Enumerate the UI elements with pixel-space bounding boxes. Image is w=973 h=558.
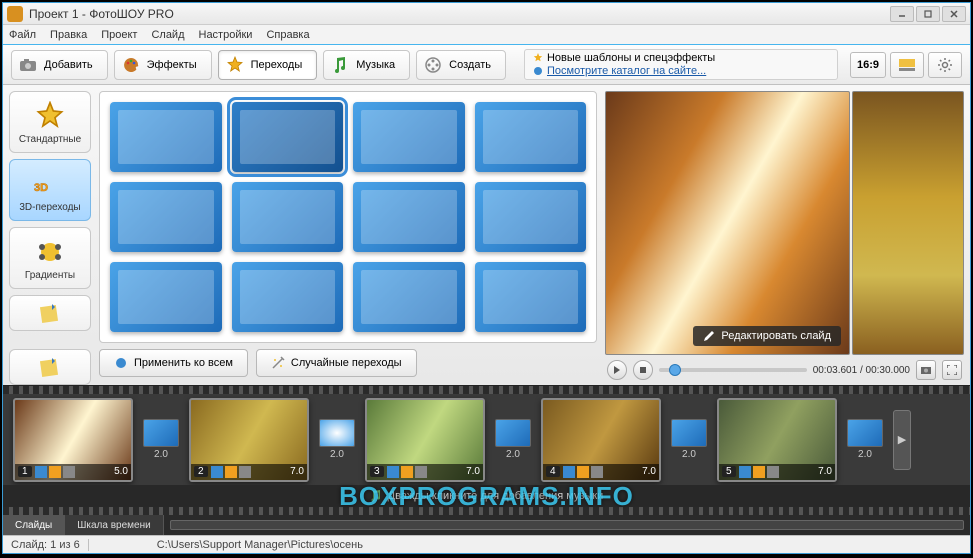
maximize-button[interactable]: [916, 6, 940, 22]
sound-icon[interactable]: [63, 466, 75, 478]
fullscreen-button[interactable]: [942, 360, 962, 380]
gear-icon: [937, 57, 953, 73]
timeline-slide[interactable]: 37.0: [365, 398, 485, 482]
reel-icon: [423, 55, 443, 75]
globe-icon: [533, 66, 543, 76]
play-button[interactable]: [607, 360, 627, 380]
timeline-slide[interactable]: 27.0: [189, 398, 309, 482]
transition-thumb[interactable]: [110, 262, 222, 332]
timeline-transition[interactable]: 2.0: [493, 419, 533, 460]
menu-help[interactable]: Справка: [266, 29, 309, 41]
toolbar: Добавить Эффекты Переходы Музыка Создать…: [3, 45, 970, 85]
transition-thumb[interactable]: [232, 262, 344, 332]
tab-create[interactable]: Создать: [416, 50, 506, 80]
timeline-transition[interactable]: 2.0: [317, 419, 357, 460]
filmstrip-bottom: [3, 507, 970, 515]
random-button[interactable]: Случайные переходы: [256, 349, 417, 377]
menu-slide[interactable]: Слайд: [151, 29, 184, 41]
timeline-transition[interactable]: 2.0: [669, 419, 709, 460]
palette-icon: [121, 55, 141, 75]
transition-thumb[interactable]: [475, 262, 587, 332]
svg-text:3D: 3D: [34, 182, 48, 194]
timeline-transition[interactable]: 2.0: [845, 419, 885, 460]
menu-settings[interactable]: Настройки: [199, 29, 253, 41]
layout-button[interactable]: [890, 52, 924, 78]
transition-thumb[interactable]: [475, 102, 587, 172]
transition-thumb[interactable]: [232, 182, 344, 252]
tab-transitions[interactable]: Переходы: [218, 50, 318, 80]
wand-icon: [271, 356, 285, 370]
menu-project[interactable]: Проект: [101, 29, 137, 41]
gradient-icon: [34, 236, 66, 268]
aspect-ratio-button[interactable]: 16:9: [850, 52, 886, 78]
transition-thumb[interactable]: [353, 262, 465, 332]
pencil-icon[interactable]: [49, 466, 61, 478]
timeline-tab-slides[interactable]: Слайды: [3, 515, 65, 535]
note-icon: [38, 355, 62, 379]
timeline-slide[interactable]: 57.0: [717, 398, 837, 482]
transition-thumb[interactable]: [110, 102, 222, 172]
tab-effects[interactable]: Эффекты: [114, 50, 212, 80]
preview-main[interactable]: Редактировать слайд: [605, 91, 850, 355]
favorites-button-2[interactable]: [9, 349, 91, 385]
expand-icon: [947, 365, 957, 375]
tab-music[interactable]: Музыка: [323, 50, 410, 80]
playback-slider[interactable]: [659, 368, 807, 372]
filmstrip-top: [3, 386, 970, 394]
camera-icon: [920, 365, 932, 375]
window-title: Проект 1 - ФотоШОУ PRO: [29, 7, 890, 21]
preview-next[interactable]: [852, 91, 964, 355]
music-track[interactable]: Дважды кликните для добавления музыки: [3, 485, 970, 507]
settings-button[interactable]: [928, 52, 962, 78]
transition-thumb[interactable]: [353, 182, 465, 252]
titlebar: Проект 1 - ФотоШОУ PRO: [3, 3, 970, 25]
timecode: 00:03.601 / 00:30.000: [813, 365, 910, 376]
timeline-next[interactable]: ▶: [893, 410, 911, 470]
category-standard[interactable]: Стандартные: [9, 91, 91, 153]
stop-button[interactable]: [633, 360, 653, 380]
category-3d[interactable]: 3D 3D-переходы: [9, 159, 91, 221]
timeline-slide[interactable]: 47.0: [541, 398, 661, 482]
apply-all-button[interactable]: Применить ко всем: [99, 349, 248, 377]
music-icon: [370, 490, 382, 502]
snapshot-button[interactable]: [916, 360, 936, 380]
minimize-button[interactable]: [890, 6, 914, 22]
star-icon: [225, 55, 245, 75]
menubar: Файл Правка Проект Слайд Настройки Справ…: [3, 25, 970, 45]
status-path: C:\Users\Support Manager\Pictures\осень: [149, 539, 970, 551]
transition-thumb[interactable]: [232, 102, 344, 172]
statusbar: Слайд: 1 из 6 C:\Users\Support Manager\P…: [3, 535, 970, 553]
app-icon: [7, 6, 23, 22]
transition-thumb[interactable]: [475, 182, 587, 252]
apply-icon: [114, 356, 128, 370]
note-icon: [38, 301, 62, 325]
tab-add[interactable]: Добавить: [11, 50, 108, 80]
star-icon: [533, 53, 543, 63]
star-icon: [34, 100, 66, 132]
transition-thumb[interactable]: [353, 102, 465, 172]
camera-icon: [18, 55, 38, 75]
transition-thumb[interactable]: [110, 182, 222, 252]
pencil-icon: [703, 330, 715, 342]
timeline-slide[interactable]: 15.0: [13, 398, 133, 482]
catalog-link[interactable]: Посмотрите каталог на сайте...: [547, 65, 706, 77]
close-button[interactable]: [942, 6, 966, 22]
transitions-grid: [99, 91, 597, 343]
3d-icon: 3D: [34, 168, 66, 200]
timeline-tab-scale[interactable]: Шкала времени: [65, 515, 163, 535]
timeline-scrollbar[interactable]: [170, 520, 964, 530]
favorites-button[interactable]: [9, 295, 91, 331]
info-panel: Новые шаблоны и спецэффекты Посмотрите к…: [524, 49, 838, 80]
status-slide-count: Слайд: 1 из 6: [3, 539, 89, 551]
timeline-transition[interactable]: 2.0: [141, 419, 181, 460]
menu-file[interactable]: Файл: [9, 29, 36, 41]
settings-icon[interactable]: [35, 466, 47, 478]
menu-edit[interactable]: Правка: [50, 29, 87, 41]
music-icon: [330, 55, 350, 75]
edit-slide-button[interactable]: Редактировать слайд: [693, 326, 841, 346]
timeline: 15.0 2.0 27.0 2.0 37.0 2.0 47.0 2.0 57.0…: [3, 385, 970, 535]
category-gradients[interactable]: Градиенты: [9, 227, 91, 289]
